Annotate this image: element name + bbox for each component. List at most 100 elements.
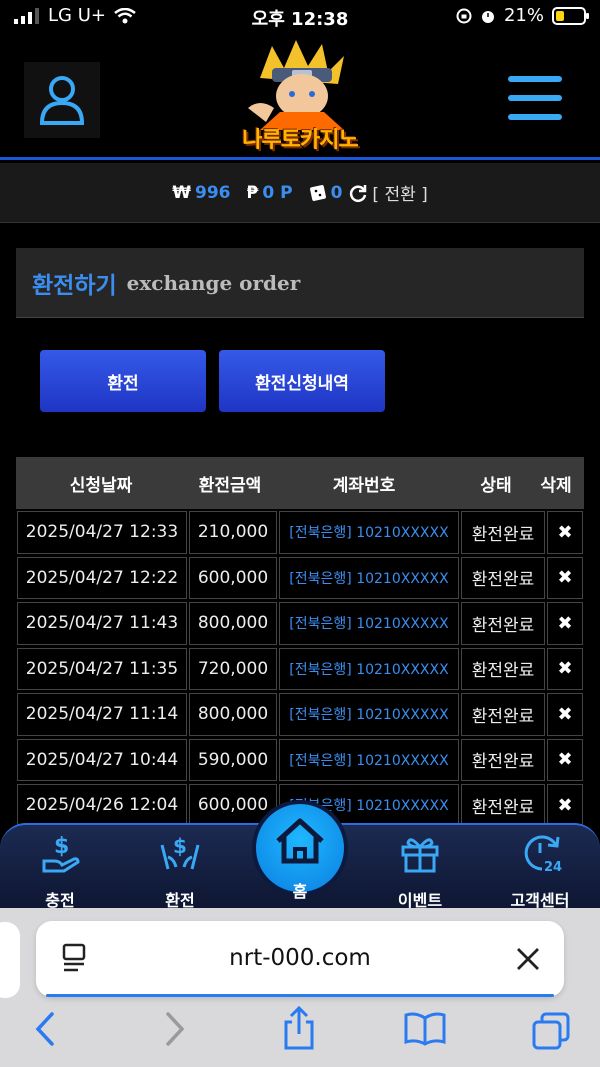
row-date: 2025/04/27 11:35	[17, 647, 187, 690]
close-icon: ✖	[557, 521, 573, 543]
row-status: 환전완료	[461, 647, 545, 690]
previous-tab-preview[interactable]	[0, 922, 20, 998]
row-account: [전북은행] 10210XXXXX	[279, 556, 459, 599]
won-icon: ₩	[172, 182, 191, 203]
account-text: [전북은행] 10210XXXXX	[289, 616, 449, 633]
account-text: [전북은행] 10210XXXXX	[289, 661, 449, 678]
svg-text:24: 24	[544, 860, 562, 875]
delete-button[interactable]: ✖	[547, 602, 583, 645]
account-text: [전북은행] 10210XXXXX	[289, 752, 449, 769]
close-icon: ✖	[557, 794, 573, 816]
withdraw-icon: $	[160, 834, 200, 870]
account-text: [전북은행] 10210XXXXX	[289, 570, 449, 587]
nav-event[interactable]: 이벤트	[370, 825, 470, 915]
exchange-history-button[interactable]: 환전신청내역	[219, 350, 385, 412]
delete-button[interactable]: ✖	[547, 784, 583, 827]
site-logo[interactable]: 나루토카지노	[220, 38, 380, 154]
close-icon: ✖	[557, 749, 573, 771]
nav-home-label: 홈	[292, 882, 308, 901]
bookmarks-icon[interactable]	[404, 1012, 446, 1046]
logo-text: 나루토카지노	[242, 128, 358, 153]
tabs-icon[interactable]	[532, 1012, 570, 1050]
svg-text:$: $	[54, 834, 69, 859]
row-amount: 590,000	[189, 738, 277, 781]
header-account: 계좌번호	[332, 475, 396, 496]
row-account: [전북은행] 10210XXXXX	[279, 693, 459, 736]
section-title-ko: 환전하기	[32, 272, 117, 299]
row-amount: 720,000	[189, 647, 277, 690]
row-amount: 600,000	[189, 556, 277, 599]
row-amount: 800,000	[189, 602, 277, 645]
deposit-icon: $	[42, 834, 80, 873]
table-row: 2025/04/27 11:35 720,000 [전북은행] 10210XXXXX…	[16, 645, 584, 692]
nav-withdraw[interactable]: $ 환전	[130, 825, 230, 915]
svg-text:$: $	[173, 834, 187, 858]
alarm-icon	[481, 10, 494, 23]
forward-icon[interactable]	[162, 1012, 186, 1046]
gift-icon	[401, 838, 439, 873]
delete-button[interactable]: ✖	[547, 556, 583, 599]
chip-balance: 0	[309, 183, 342, 203]
url-text: nrt-000.com	[229, 945, 371, 971]
table-row: 2025/04/27 12:22 600,000 [전북은행] 10210XXXXX…	[16, 554, 584, 601]
point-icon: ₱	[246, 182, 259, 203]
row-account: [전북은행] 10210XXXXX	[279, 602, 459, 645]
row-date: 2025/04/27 11:14	[17, 693, 187, 736]
delete-button[interactable]: ✖	[547, 511, 583, 554]
table-row: 2025/04/27 12:33 210,000 [전북은행] 10210XXXXX…	[16, 509, 584, 555]
account-text: [전북은행] 10210XXXXX	[289, 525, 449, 542]
user-icon	[39, 76, 85, 125]
header-status: 상태	[480, 475, 512, 496]
account-text: [전북은행] 10210XXXXX	[289, 707, 449, 724]
close-icon: ✖	[557, 567, 573, 589]
table-row: 2025/04/27 11:14 800,000 [전북은행] 10210XXXXX…	[16, 691, 584, 737]
row-status: 환전완료	[461, 511, 545, 554]
refresh-icon	[350, 184, 367, 202]
delete-button[interactable]: ✖	[547, 738, 583, 781]
row-account: [전북은행] 10210XXXXX	[279, 647, 459, 690]
exchange-table: 신청날짜 환전금액 계좌번호 상태 삭제 2025/04/27 12:33 210…	[16, 457, 584, 828]
address-bar[interactable]: nrt-000.com	[36, 921, 564, 997]
delete-button[interactable]: ✖	[547, 693, 583, 736]
row-date: 2025/04/27 11:43	[17, 602, 187, 645]
nav-support[interactable]: 24 고객센터	[490, 825, 590, 915]
status-bar: LG U+ 오후 12:38 21%	[0, 0, 600, 34]
nav-deposit[interactable]: $ 충전	[10, 825, 110, 915]
row-status: 환전완료	[461, 602, 545, 645]
row-status: 환전완료	[461, 556, 545, 599]
row-date: 2025/04/26 12:04	[17, 784, 187, 827]
section-title-en: exchange order	[126, 270, 301, 295]
battery-icon	[552, 6, 589, 25]
convert-button[interactable]: [ 전환 ]	[348, 180, 428, 205]
header-amount: 환전금액	[198, 475, 262, 496]
support-24-icon: 24	[524, 835, 562, 875]
app-header: 나루토카지노	[0, 34, 600, 158]
user-button[interactable]	[24, 62, 100, 138]
won-balance: ₩996	[172, 182, 231, 203]
close-icon: ✖	[557, 658, 573, 680]
table-header: 신청날짜 환전금액 계좌번호 상태 삭제	[16, 457, 584, 509]
browser-toolbar: nrt-000.com	[0, 908, 600, 1067]
row-amount: 210,000	[189, 511, 277, 554]
exchange-button[interactable]: 환전	[40, 350, 206, 412]
row-date: 2025/04/27 10:44	[17, 738, 187, 781]
row-status: 환전완료	[461, 693, 545, 736]
row-account: [전북은행] 10210XXXXX	[279, 738, 459, 781]
hamburger-menu-icon[interactable]	[508, 76, 562, 120]
header-date: 신청날짜	[69, 475, 133, 496]
ninja-character-logo	[248, 40, 344, 130]
section-title: 환전하기 exchange order	[16, 248, 584, 318]
home-icon	[276, 818, 324, 864]
back-icon[interactable]	[34, 1012, 58, 1046]
header-delete: 삭제	[540, 475, 572, 496]
balance-bar: ₩996 ₱ 0 P 0 [ 전환 ]	[0, 163, 600, 223]
close-icon: ✖	[557, 612, 573, 634]
table-row: 2025/04/27 10:44 590,000 [전북은행] 10210XXXXX…	[16, 736, 584, 783]
rotation-lock-icon	[456, 8, 472, 23]
delete-button[interactable]: ✖	[547, 647, 583, 690]
close-icon[interactable]	[516, 947, 540, 971]
header-divider	[0, 157, 600, 160]
row-amount: 800,000	[189, 693, 277, 736]
chip-icon	[309, 184, 326, 201]
share-icon[interactable]	[282, 1006, 316, 1050]
